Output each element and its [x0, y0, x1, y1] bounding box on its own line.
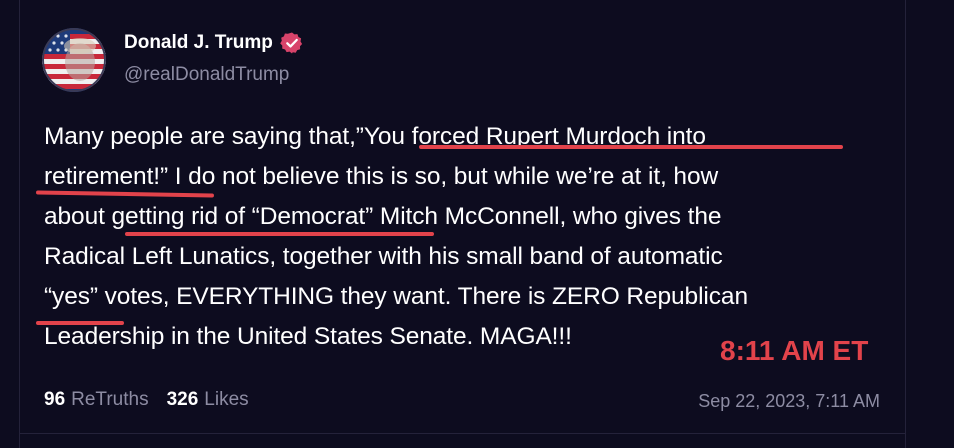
- red-underline: [36, 321, 124, 325]
- avatar-image: [42, 28, 106, 92]
- author-name-row[interactable]: Donald J. Trump: [124, 31, 304, 55]
- likes-label: Likes: [204, 389, 249, 410]
- likes-stat[interactable]: 326 Likes: [167, 389, 249, 411]
- highlighted-phrase: “yes”: [44, 283, 98, 310]
- retruths-label: ReTruths: [71, 389, 149, 410]
- red-underline: [419, 145, 843, 149]
- retruths-count: 96: [44, 389, 66, 410]
- verified-badge-icon: [280, 32, 302, 54]
- post-line: about getting rid of “Democrat” Mitch Mc…: [44, 203, 722, 230]
- post-line: “yes” votes, EVERYTHING they want. There…: [44, 283, 748, 310]
- retruths-stat[interactable]: 96 ReTruths: [44, 389, 149, 411]
- post-body: Many people are saying that,”You forced …: [44, 117, 889, 357]
- author-handle[interactable]: @realDonaldTrump: [124, 64, 289, 86]
- post-frame: Donald J. Trump @realDonaldTrump Many pe…: [0, 0, 954, 448]
- red-underline: [125, 232, 434, 236]
- highlighted-phrase: retirement!”: [44, 163, 169, 190]
- author-display-name[interactable]: Donald J. Trump: [124, 32, 273, 54]
- post-line: Many people are saying that,”You forced …: [44, 123, 706, 150]
- avatar[interactable]: [42, 28, 106, 92]
- column-border-right: [905, 0, 906, 448]
- post-stats: 96 ReTruths 326 Likes: [44, 389, 249, 411]
- highlighted-phrase: getting rid of “Democrat”: [111, 203, 374, 230]
- post-line: retirement!” I do not believe this is so…: [44, 163, 719, 190]
- likes-count: 326: [166, 389, 199, 410]
- post-line: Radical Left Lunatics, together with his…: [44, 243, 723, 270]
- truth-post[interactable]: Donald J. Trump @realDonaldTrump Many pe…: [20, 0, 905, 433]
- overlay-time-annotation: 8:11 AM ET: [720, 335, 869, 366]
- post-divider: [20, 433, 905, 434]
- post-timestamp[interactable]: Sep 22, 2023, 7:11 AM: [698, 391, 880, 412]
